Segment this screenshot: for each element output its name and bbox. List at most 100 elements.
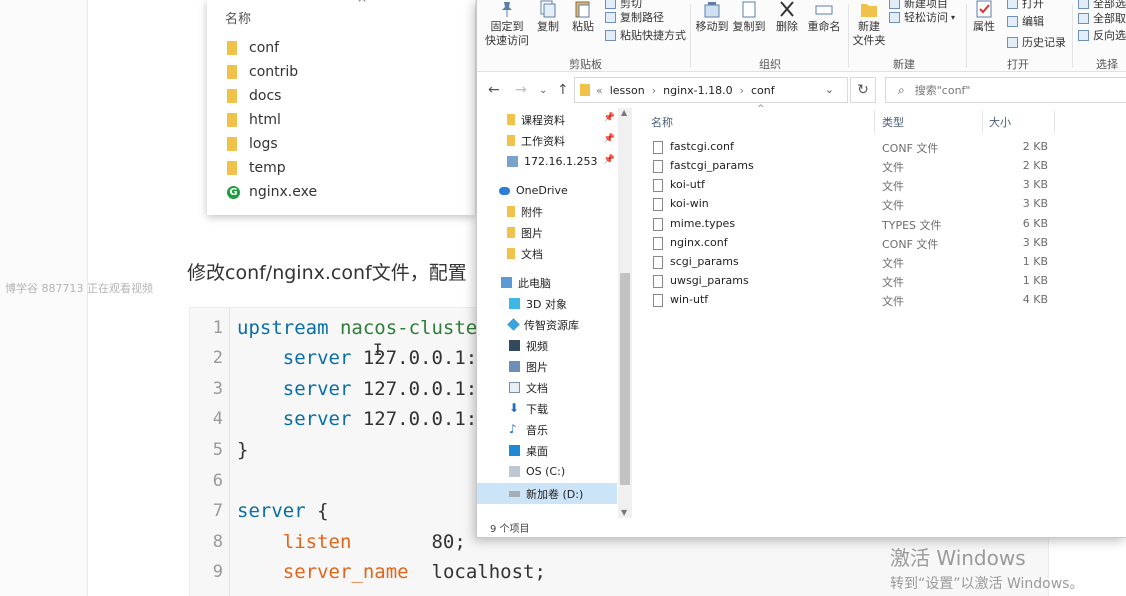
scroll-down-icon[interactable]: ▼ bbox=[621, 508, 627, 517]
nav-item-this-pc[interactable]: 此电脑 bbox=[477, 272, 617, 293]
status-bar: 9 个项目 bbox=[477, 518, 1126, 537]
file-row[interactable]: win-utf 文件 4 KB bbox=[637, 291, 1126, 310]
address-dropdown-icon[interactable]: ⌄ bbox=[825, 83, 834, 96]
file-row[interactable]: uwsgi_params 文件 1 KB bbox=[637, 272, 1126, 291]
address-bar-row: ← → ⌄ ↑ « lesson › nginx-1.18.0 › conf ⌄… bbox=[477, 72, 1126, 108]
easy-access-button[interactable]: 轻松访问 ▾ bbox=[889, 9, 955, 25]
code-line: upstream nacos-cluste bbox=[237, 317, 478, 339]
pin-icon bbox=[502, 2, 512, 17]
column-divider[interactable] bbox=[982, 110, 983, 134]
properties-button[interactable]: 属性 bbox=[970, 0, 998, 34]
properties-check-icon bbox=[976, 0, 992, 18]
file-icon bbox=[653, 179, 663, 192]
nav-item-onedrive[interactable]: OneDrive bbox=[477, 180, 617, 201]
new-folder-icon bbox=[861, 4, 877, 17]
breadcrumb-separator-icon: › bbox=[739, 83, 744, 97]
network-drive-icon bbox=[507, 156, 518, 167]
copy-path-button[interactable]: 复制路径 bbox=[605, 9, 664, 25]
column-header-size[interactable]: 大小 bbox=[989, 114, 1011, 130]
breadcrumb-nginx[interactable]: nginx-1.18.0 bbox=[663, 84, 732, 97]
column-header-name[interactable]: 名称 bbox=[651, 114, 673, 130]
select-none-button[interactable]: 全部取消 bbox=[1078, 10, 1126, 26]
nav-item-attachments[interactable]: 附件 bbox=[477, 201, 617, 222]
nav-item-3d-objects[interactable]: 3D 对象 bbox=[477, 293, 617, 314]
easy-access-icon bbox=[889, 11, 900, 23]
history-icon bbox=[1007, 36, 1018, 48]
nav-scroll-thumb[interactable] bbox=[620, 273, 630, 485]
file-row[interactable]: fastcgi_params 文件 2 KB bbox=[637, 157, 1126, 176]
cube-icon bbox=[509, 298, 520, 309]
file-row[interactable]: nginx.conf CONF 文件 3 KB bbox=[637, 234, 1126, 253]
column-header-type[interactable]: 类型 bbox=[882, 114, 904, 130]
nav-item-desktop[interactable]: 桌面 bbox=[477, 440, 617, 461]
nav-item-downloads[interactable]: ⬇ 下载 bbox=[477, 398, 617, 419]
copy-button[interactable]: 复制 bbox=[533, 0, 563, 34]
history-button[interactable]: 历史记录 bbox=[1007, 34, 1066, 50]
nav-item-course-materials[interactable]: 课程资料 📌 bbox=[477, 109, 617, 130]
line-number: 4 bbox=[212, 409, 223, 429]
nav-item-work-materials[interactable]: 工作资料 📌 bbox=[477, 130, 617, 151]
folder-icon bbox=[227, 137, 237, 151]
library-icon bbox=[507, 318, 520, 331]
breadcrumb-lesson[interactable]: lesson bbox=[610, 84, 645, 97]
file-row[interactable]: koi-utf 文件 3 KB bbox=[637, 176, 1126, 195]
line-number: 6 bbox=[212, 471, 223, 491]
line-number: 1 bbox=[212, 318, 223, 338]
move-to-button[interactable]: 移动到 bbox=[695, 0, 729, 34]
file-row[interactable]: scgi_params 文件 1 KB bbox=[637, 253, 1126, 272]
breadcrumb-conf[interactable]: conf bbox=[751, 84, 775, 97]
nav-item-music[interactable]: ♪ 音乐 bbox=[477, 419, 617, 440]
drive-icon bbox=[509, 490, 520, 497]
address-box[interactable]: « lesson › nginx-1.18.0 › conf ⌄ bbox=[574, 77, 848, 103]
nav-item-drive-c[interactable]: OS (C:) bbox=[477, 461, 617, 482]
nav-item-drive-d[interactable]: 新加卷 (D:) bbox=[477, 483, 617, 504]
copy-path-icon bbox=[605, 11, 616, 23]
column-divider[interactable] bbox=[1054, 110, 1055, 134]
refresh-icon[interactable]: ↻ bbox=[850, 77, 876, 103]
delete-button[interactable]: 删除 bbox=[774, 0, 800, 34]
invert-selection-button[interactable]: 反向选择 bbox=[1078, 27, 1126, 43]
recent-locations-chevron-icon[interactable]: ⌄ bbox=[539, 85, 547, 96]
edit-button[interactable]: 编辑 bbox=[1007, 13, 1044, 29]
folder-item: html bbox=[227, 109, 281, 131]
nav-item-onedrive-pictures[interactable]: 图片 bbox=[477, 222, 617, 243]
nav-item-pictures[interactable]: 图片 bbox=[477, 356, 617, 377]
ribbon-divider bbox=[690, 4, 691, 68]
back-arrow-icon[interactable]: ← bbox=[488, 82, 500, 98]
scroll-up-icon[interactable]: ▲ bbox=[621, 108, 627, 117]
scissors-icon bbox=[605, 0, 616, 9]
new-folder-button[interactable]: 新建 文件夹 bbox=[852, 0, 886, 48]
pin-icon: 📌 bbox=[603, 155, 615, 165]
file-icon bbox=[653, 160, 663, 173]
paste-shortcut-button[interactable]: 粘贴快捷方式 bbox=[605, 27, 686, 43]
search-input[interactable]: ⌕ 搜索"conf" bbox=[885, 77, 1126, 103]
nav-item-network-share[interactable]: 172.16.1.253 📌 bbox=[477, 151, 617, 172]
folder-item: contrib bbox=[227, 61, 298, 83]
paste-button[interactable]: 粘贴 bbox=[568, 0, 598, 34]
new-item-icon bbox=[889, 0, 900, 9]
group-clipboard-label: 剪贴板 bbox=[569, 58, 602, 71]
copy-to-button[interactable]: 复制到 bbox=[732, 0, 766, 34]
nav-item-onedrive-documents[interactable]: 文档 bbox=[477, 243, 617, 264]
file-row[interactable]: fastcgi.conf CONF 文件 2 KB bbox=[637, 138, 1126, 157]
file-row[interactable]: mime.types TYPES 文件 6 KB bbox=[637, 215, 1126, 234]
line-number: 7 bbox=[212, 501, 223, 521]
folder-item: logs bbox=[227, 133, 278, 155]
nav-scrollbar[interactable]: ▲ ▼ bbox=[618, 108, 632, 518]
line-number: 5 bbox=[212, 440, 223, 460]
file-row[interactable]: koi-win 文件 3 KB bbox=[637, 195, 1126, 214]
forward-arrow-icon[interactable]: → bbox=[515, 82, 527, 98]
nav-item-videos[interactable]: 视频 bbox=[477, 335, 617, 356]
exe-item: Gnginx.exe bbox=[227, 181, 317, 203]
pin-quick-access-button[interactable]: 固定到 快速访问 bbox=[485, 0, 529, 48]
video-icon bbox=[509, 340, 520, 351]
rename-button[interactable]: 重命名 bbox=[806, 0, 842, 34]
column-divider[interactable] bbox=[874, 110, 875, 134]
breadcrumb-overflow[interactable]: « bbox=[596, 84, 603, 97]
open-button[interactable]: 打开 bbox=[1007, 0, 1044, 11]
up-arrow-icon[interactable]: ↑ bbox=[557, 82, 569, 98]
nav-item-documents[interactable]: 文档 bbox=[477, 377, 617, 398]
delete-x-icon bbox=[780, 1, 794, 17]
nav-item-resource-library[interactable]: 传智资源库 bbox=[477, 314, 617, 335]
code-line: } bbox=[237, 439, 249, 461]
